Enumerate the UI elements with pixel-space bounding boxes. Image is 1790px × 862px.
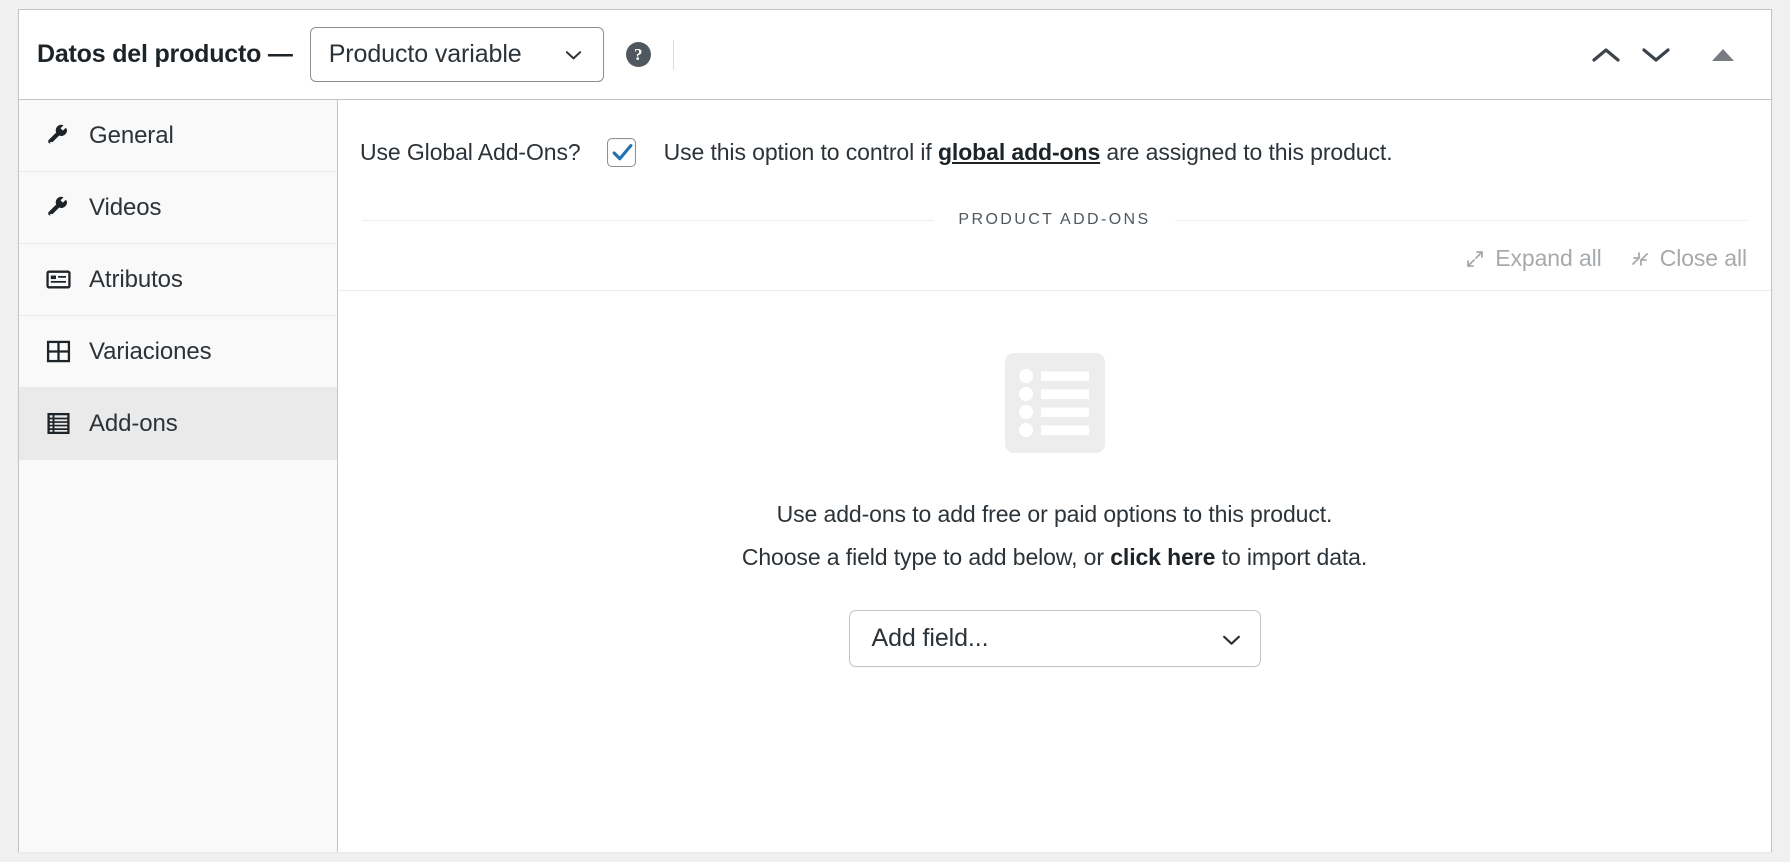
sidebar-item-variaciones[interactable]: Variaciones [19, 316, 337, 388]
chevron-down-icon [1221, 630, 1240, 649]
sidebar-item-label: Add-ons [89, 409, 178, 437]
sidebar-item-atributos[interactable]: Atributos [19, 244, 337, 316]
global-add-ons-link[interactable]: global add-ons [938, 139, 1100, 165]
desc-text-before: Use this option to control if [663, 139, 938, 165]
empty-state: Use add-ons to add free or paid options … [338, 291, 1771, 667]
sidebar-item-label: General [89, 121, 174, 149]
add-field-select[interactable]: Add field... [848, 610, 1261, 667]
move-down-button[interactable] [1631, 32, 1681, 78]
sidebar-item-videos[interactable]: Videos [19, 172, 337, 244]
help-icon[interactable]: ? [625, 42, 651, 67]
sidebar-item-general[interactable]: General [19, 100, 337, 172]
product-type-value: Producto variable [328, 40, 522, 68]
chevron-down-icon [564, 46, 583, 65]
header-actions [1581, 32, 1749, 78]
list-placeholder-icon [1004, 353, 1105, 453]
page-title: Datos del producto — [37, 40, 293, 68]
global-addons-description: Use this option to control if global add… [664, 139, 1393, 166]
expand-all-label: Expand all [1495, 245, 1602, 271]
sidebar-item-label: Atributos [89, 265, 183, 293]
line2-text-before: Choose a field type to add below, or [741, 544, 1111, 570]
sidebar-item-label: Videos [89, 193, 162, 221]
empty-state-line2: Choose a field type to add below, or cli… [338, 544, 1771, 571]
triangle-up-icon [1712, 48, 1734, 61]
product-data-panel: Datos del producto — Producto variable ? [18, 9, 1772, 852]
addons-panel-content: Use Global Add-Ons? Use this option to c… [338, 100, 1771, 852]
import-data-link[interactable]: click here [1110, 544, 1215, 570]
expand-all-button[interactable]: Expand all [1465, 245, 1602, 272]
global-addons-label: Use Global Add-Ons? [360, 139, 581, 165]
wrench-icon [45, 195, 71, 221]
panel-header: Datos del producto — Producto variable ? [19, 10, 1771, 100]
list-table-icon [45, 411, 71, 437]
wrench-icon [45, 123, 71, 149]
product-addons-divider: PRODUCT ADD-ONS [362, 211, 1748, 229]
collapse-arrows-icon [1631, 251, 1648, 266]
id-card-icon [45, 267, 71, 293]
close-all-label: Close all [1659, 245, 1747, 271]
product-type-select[interactable]: Producto variable [309, 27, 604, 82]
panel-body: General Videos Atributos Variaciones Add… [19, 100, 1771, 852]
add-field-value: Add field... [871, 624, 989, 652]
section-caption: PRODUCT ADD-ONS [958, 211, 1151, 228]
divider-line-left [362, 219, 935, 221]
desc-text-after: are assigned to this product. [1100, 139, 1393, 165]
header-divider [672, 39, 674, 70]
sidebar-item-label: Variaciones [89, 337, 212, 365]
move-up-button[interactable] [1581, 32, 1631, 78]
expand-controls-bar: Expand all Close all [338, 229, 1771, 291]
expand-arrows-icon [1467, 250, 1484, 267]
checkmark-icon [612, 144, 632, 161]
product-data-tabs: General Videos Atributos Variaciones Add… [19, 100, 338, 852]
global-addons-row: Use Global Add-Ons? Use this option to c… [338, 100, 1771, 167]
global-addons-checkbox[interactable] [606, 138, 636, 167]
empty-state-line1: Use add-ons to add free or paid options … [776, 501, 1333, 527]
product-data-metabox-screen: Datos del producto — Producto variable ? [0, 0, 1790, 862]
sidebar-item-add-ons[interactable]: Add-ons [19, 388, 337, 460]
divider-line-right [1174, 219, 1748, 221]
grid-icon [45, 339, 71, 365]
line2-text-after: to import data. [1215, 544, 1368, 570]
toggle-panel-button[interactable] [1697, 32, 1749, 78]
close-all-button[interactable]: Close all [1630, 245, 1747, 272]
